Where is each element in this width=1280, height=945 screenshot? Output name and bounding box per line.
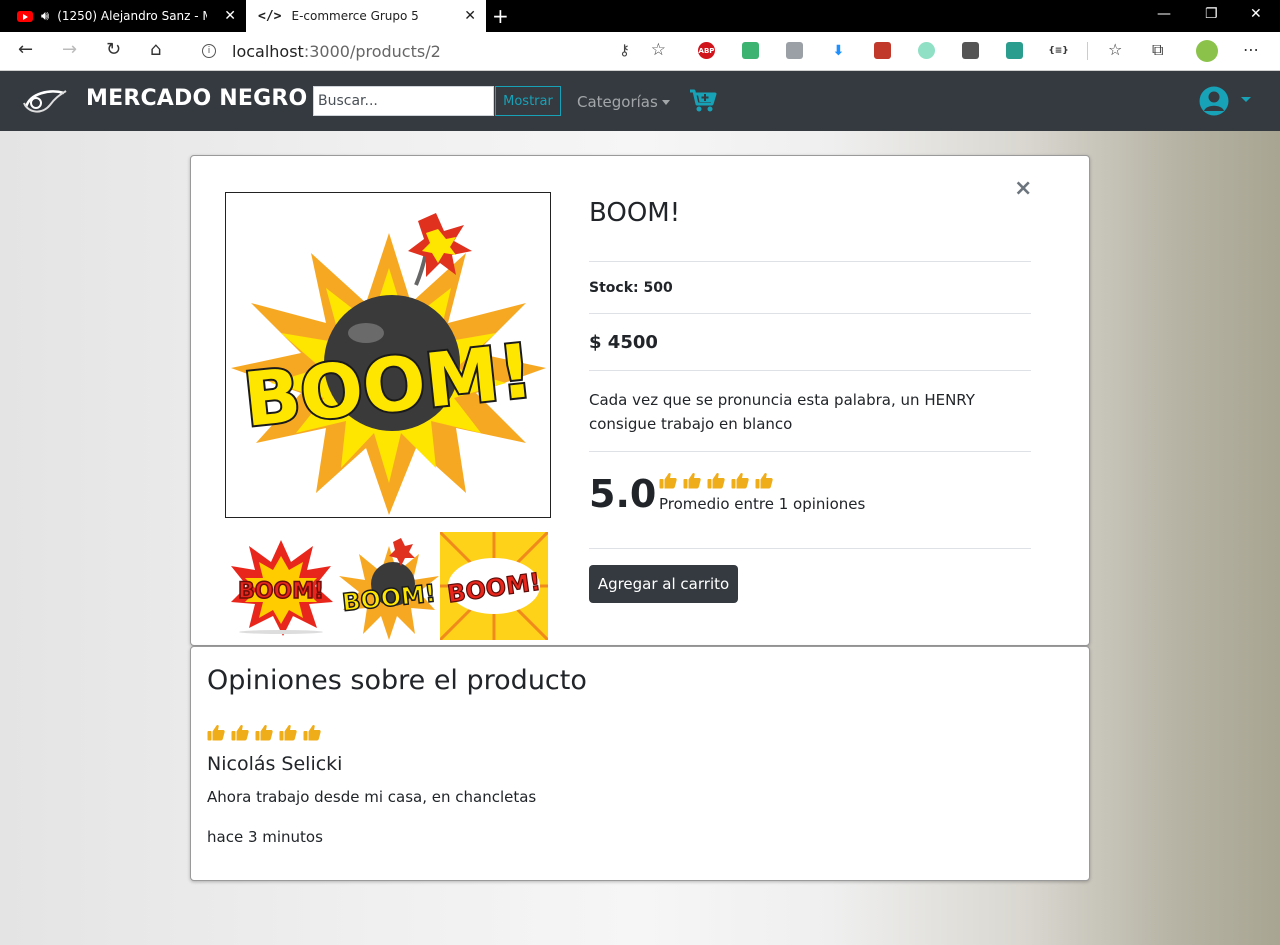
- download-arrow-icon[interactable]: ⬇: [830, 42, 847, 59]
- thumbs-up-icon: [707, 472, 725, 493]
- new-tab-icon[interactable]: +: [492, 4, 509, 28]
- thumbs-up-icon: [731, 472, 749, 493]
- thumbs-up-icon: [255, 724, 273, 745]
- extension-bulb-icon[interactable]: [962, 42, 979, 59]
- reload-icon[interactable]: ↻: [106, 39, 121, 60]
- reviews-card: Opiniones sobre el producto Nicolás Seli…: [190, 646, 1090, 881]
- divider: [589, 451, 1031, 452]
- product-thumbnail-2[interactable]: BOOM!: [335, 532, 443, 640]
- window-close-icon[interactable]: ✕: [1250, 6, 1262, 22]
- favorites-icon[interactable]: ☆: [1108, 40, 1122, 59]
- forward-icon[interactable]: →: [62, 39, 77, 60]
- thumbs-up-icon: [207, 724, 225, 745]
- product-thumbnail-3[interactable]: BOOM!: [440, 532, 548, 640]
- rating-thumbs: [659, 472, 773, 493]
- brand-logo[interactable]: [20, 85, 68, 117]
- home-icon[interactable]: ⌂: [150, 39, 161, 60]
- favorite-star-icon[interactable]: ☆: [651, 40, 666, 60]
- restore-icon[interactable]: ❐: [1205, 6, 1218, 22]
- app-navbar: MERCADO NEGRO Mostrar Categorías: [0, 71, 1280, 131]
- product-stock: Stock: 500: [589, 280, 673, 296]
- extension-red-icon[interactable]: [874, 42, 891, 59]
- product-description: Cada vez que se pronuncia esta palabra, …: [589, 391, 975, 433]
- product-price: $ 4500: [589, 332, 658, 353]
- browser-tab-ecommerce[interactable]: </> E-commerce Grupo 5 ✕: [246, 0, 486, 32]
- info-icon[interactable]: i: [202, 44, 216, 58]
- divider: [589, 313, 1031, 314]
- url-text: localhost:3000/products/2: [232, 41, 441, 61]
- product-detail-card: BOOM! BOOM! BOOM! BOOM! × BOOM! Stock: 5…: [190, 155, 1090, 646]
- product-main-image[interactable]: BOOM!: [225, 192, 551, 518]
- tab-title: E-commerce Grupo 5: [291, 9, 419, 23]
- minimize-icon[interactable]: —: [1157, 6, 1171, 22]
- add-to-cart-button[interactable]: Agregar al carrito: [589, 565, 738, 603]
- key-icon[interactable]: ⚷: [619, 41, 630, 59]
- extension-circle-icon[interactable]: [918, 42, 935, 59]
- profile-icon[interactable]: [1196, 40, 1218, 62]
- reviews-title: Opiniones sobre el producto: [207, 665, 587, 696]
- back-icon[interactable]: ←: [18, 39, 33, 60]
- thumbs-up-icon: [231, 724, 249, 745]
- browser-tab-youtube[interactable]: 🔊︎ (1250) Alejandro Sanz - Mer ✕: [0, 0, 246, 32]
- thumbs-up-icon: [683, 472, 701, 493]
- tab-title: (1250) Alejandro Sanz - Mer: [57, 9, 207, 23]
- close-tab-icon[interactable]: ✕: [224, 8, 236, 24]
- review-rating-thumbs: [207, 724, 321, 745]
- rating-score: 5.0: [589, 472, 657, 516]
- product-thumbnail-1[interactable]: BOOM!: [227, 532, 335, 640]
- divider: [589, 548, 1031, 549]
- speaker-icon[interactable]: 🔊︎: [41, 9, 49, 24]
- user-avatar-icon[interactable]: [1198, 85, 1230, 117]
- review-text: Ahora trabajo desde mi casa, en chanclet…: [207, 788, 537, 806]
- extension-json-icon[interactable]: {≡}: [1048, 42, 1068, 59]
- collections-icon[interactable]: ⧉: [1152, 40, 1163, 60]
- toolbar-separator: [1087, 42, 1088, 60]
- extension-code-icon[interactable]: [786, 42, 803, 59]
- cart-icon[interactable]: [689, 89, 717, 113]
- browser-tabbar: 🔊︎ (1250) Alejandro Sanz - Mer ✕ </> E-c…: [0, 0, 1280, 32]
- youtube-icon: [17, 10, 33, 22]
- close-tab-icon[interactable]: ✕: [464, 8, 476, 24]
- close-button[interactable]: ×: [1014, 176, 1032, 201]
- boom-bomb-image: BOOM!: [231, 213, 546, 515]
- more-menu-icon[interactable]: ⋯: [1243, 40, 1259, 59]
- thumbs-up-icon: [279, 724, 297, 745]
- browser-toolbar: ← → ↻ ⌂ i localhost:3000/products/2 ⚷ ☆ …: [0, 32, 1280, 71]
- divider: [589, 261, 1031, 262]
- categories-dropdown[interactable]: Categorías: [577, 93, 670, 111]
- thumbs-up-icon: [303, 724, 321, 745]
- search-input[interactable]: [313, 86, 494, 116]
- code-icon: </>: [258, 8, 282, 24]
- review-time: hace 3 minutos: [207, 828, 323, 846]
- user-menu-caret-icon[interactable]: [1241, 97, 1251, 102]
- divider: [589, 370, 1031, 371]
- extension-s-icon[interactable]: [1006, 42, 1023, 59]
- extension-green-icon[interactable]: [742, 42, 759, 59]
- brand-name[interactable]: MERCADO NEGRO: [86, 86, 307, 111]
- caret-down-icon: [661, 100, 670, 105]
- thumbnail-text: BOOM!: [238, 579, 324, 604]
- search-button[interactable]: Mostrar: [495, 86, 561, 116]
- thumbs-up-icon: [659, 472, 677, 493]
- product-title: BOOM!: [589, 198, 681, 228]
- review-author: Nicolás Selicki: [207, 753, 343, 775]
- address-bar[interactable]: i localhost:3000/products/2 ⚷ ☆: [188, 36, 678, 66]
- rating-average-text: Promedio entre 1 opiniones: [659, 495, 866, 513]
- adblock-icon[interactable]: ABP: [698, 42, 715, 59]
- thumbs-up-icon: [755, 472, 773, 493]
